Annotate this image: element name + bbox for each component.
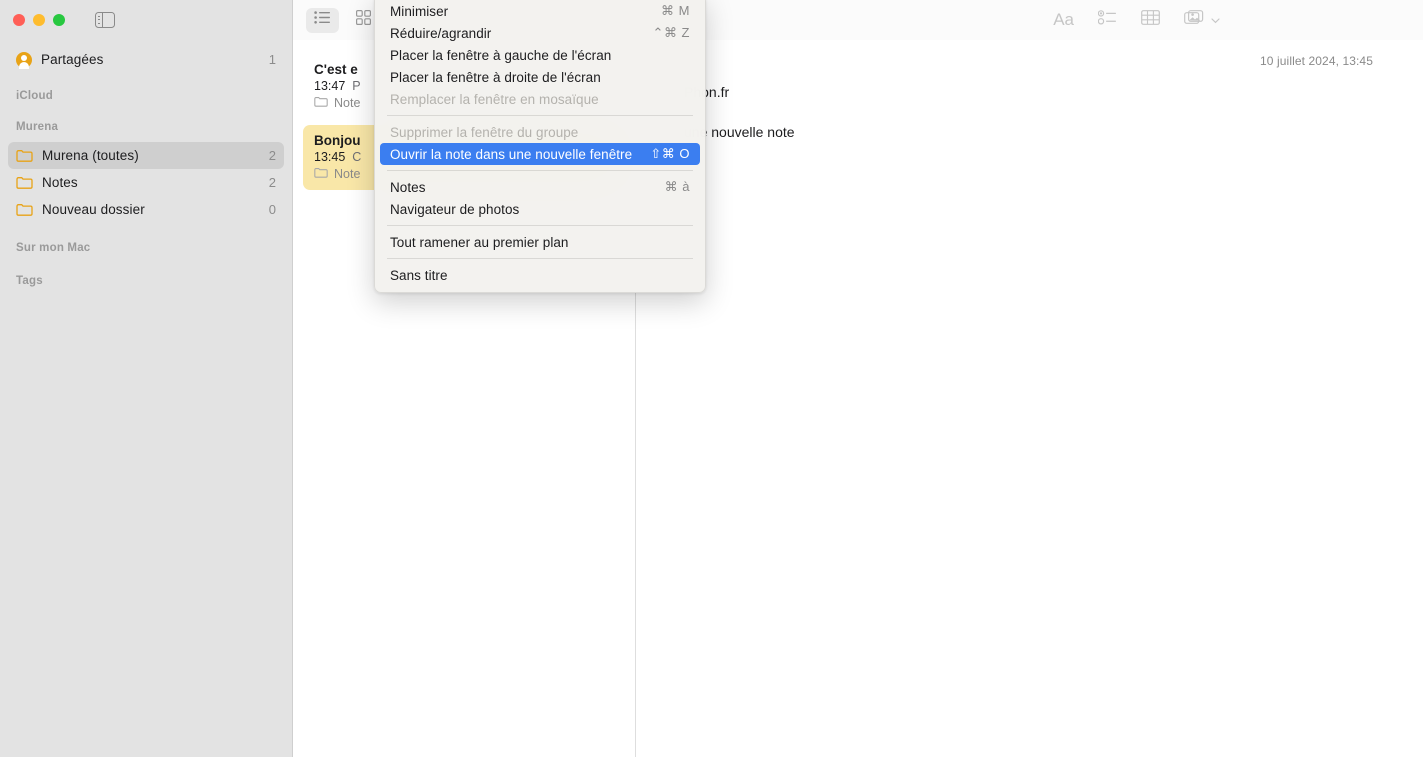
menu-item-reduire-agrandir[interactable]: Réduire/agrandir ⌃⌘ Z (380, 22, 700, 44)
chevron-down-icon (1211, 11, 1220, 29)
table-icon (1141, 10, 1160, 30)
menu-separator (387, 170, 693, 171)
detail-toolbar: Aa (636, 0, 1423, 40)
menu-item-shortcut: ⇧⌘ O (650, 146, 690, 161)
sidebar-item-label: Notes (42, 175, 78, 190)
menu-item-label: Tout ramener au premier plan (390, 234, 569, 250)
menu-item-shortcut: ⌃⌘ Z (652, 25, 690, 40)
sidebar-section-sur-mon-mac: Sur mon Mac (16, 242, 91, 254)
sidebar-item-count: 2 (268, 148, 276, 163)
menu-item-label: Placer la fenêtre à gauche de l'écran (390, 47, 612, 63)
note-body[interactable]: Phon.fr une nouvelle note (636, 68, 1423, 143)
sidebar-item-notes[interactable]: Notes 2 (8, 169, 284, 196)
menu-separator (387, 225, 693, 226)
folder-icon (16, 149, 33, 162)
note-time: 13:47 (314, 79, 346, 93)
format-button[interactable]: Aa (1053, 10, 1074, 30)
note-detail-pane: Aa 10 juillet 2024, 13:45 Phon.fr une no… (636, 0, 1423, 757)
media-photo-icon (1184, 9, 1206, 31)
menu-item-sans-titre[interactable]: Sans titre (380, 264, 700, 286)
menu-item-placer-gauche[interactable]: Placer la fenêtre à gauche de l'écran (380, 44, 700, 66)
menu-separator (387, 258, 693, 259)
note-body-line: Phon.fr (684, 84, 730, 100)
list-view-button[interactable] (306, 7, 339, 33)
note-body-line: une nouvelle note (684, 123, 795, 140)
menu-separator (387, 115, 693, 116)
shared-person-icon (16, 51, 32, 69)
sidebar-item-nouveau-dossier[interactable]: Nouveau dossier 0 (8, 196, 284, 223)
menu-item-notes[interactable]: Notes ⌘ à (380, 176, 700, 198)
menu-item-minimiser[interactable]: Minimiser ⌘ M (380, 0, 700, 22)
menu-item-tout-ramener[interactable]: Tout ramener au premier plan (380, 231, 700, 253)
checklist-icon (1097, 10, 1117, 30)
menu-item-label: Notes (390, 179, 426, 195)
menu-item-label: Navigateur de photos (390, 201, 520, 217)
menu-item-label: Ouvrir la note dans une nouvelle fenêtre (390, 146, 633, 162)
menu-item-label: Minimiser (390, 3, 449, 19)
sidebar-item-murena-toutes[interactable]: Murena (toutes) 2 (8, 142, 284, 169)
note-folder-label: Note (334, 96, 361, 110)
folder-icon (16, 203, 33, 216)
list-view-icon (314, 11, 331, 29)
menu-item-label: Réduire/agrandir (390, 25, 492, 41)
menu-item-label: Sans titre (390, 267, 448, 283)
sidebar-item-count: 2 (268, 175, 276, 190)
menu-item-shortcut: ⌘ à (664, 179, 690, 194)
sidebar-section-icloud: iCloud (16, 90, 53, 102)
table-button[interactable] (1141, 10, 1160, 30)
menu-item-label: Placer la fenêtre à droite de l'écran (390, 69, 601, 85)
media-button[interactable] (1184, 9, 1220, 31)
window-menu[interactable]: Minimiser ⌘ M Réduire/agrandir ⌃⌘ Z Plac… (374, 0, 706, 293)
maximize-button[interactable] (53, 14, 65, 26)
minimize-button[interactable] (33, 14, 45, 26)
notes-app-window: Partagées 1 iCloud Murena Murena (toutes… (0, 0, 1423, 757)
gallery-view-icon (356, 10, 372, 30)
menu-item-supprimer-groupe: Supprimer la fenêtre du groupe (380, 121, 700, 143)
folder-icon (16, 176, 33, 189)
note-preview: P (352, 79, 361, 93)
sidebar: Partagées 1 iCloud Murena Murena (toutes… (0, 0, 293, 757)
window-controls (0, 0, 292, 40)
sidebar-item-label: Nouveau dossier (42, 202, 145, 217)
sidebar-item-shared[interactable]: Partagées 1 (8, 46, 284, 73)
sidebar-item-label: Partagées (41, 52, 104, 67)
folder-icon (314, 167, 328, 181)
menu-item-remplacer-mosaique: Remplacer la fenêtre en mosaïque (380, 88, 700, 110)
menu-item-label: Remplacer la fenêtre en mosaïque (390, 91, 599, 107)
note-time: 13:45 (314, 150, 346, 164)
sidebar-item-count: 1 (268, 52, 276, 67)
menu-item-label: Supprimer la fenêtre du groupe (390, 124, 579, 140)
menu-item-ouvrir-nouvelle-fenetre[interactable]: Ouvrir la note dans une nouvelle fenêtre… (380, 143, 700, 165)
checklist-button[interactable] (1097, 10, 1117, 30)
note-folder-label: Note (334, 167, 361, 181)
sidebar-item-label: Murena (toutes) (42, 148, 139, 163)
sidebar-section-murena: Murena (16, 121, 59, 133)
sidebar-section-tags: Tags (16, 275, 43, 287)
menu-item-shortcut: ⌘ M (661, 3, 690, 18)
menu-item-navigateur-photos[interactable]: Navigateur de photos (380, 198, 700, 220)
menu-item-placer-droite[interactable]: Placer la fenêtre à droite de l'écran (380, 66, 700, 88)
note-preview: C (352, 150, 362, 164)
close-button[interactable] (13, 14, 25, 26)
folder-icon (314, 96, 328, 110)
note-date: 10 juillet 2024, 13:45 (1260, 54, 1373, 68)
sidebar-item-count: 0 (268, 202, 276, 217)
format-aa-icon: Aa (1053, 10, 1074, 29)
sidebar-toggle-icon[interactable] (95, 11, 115, 29)
